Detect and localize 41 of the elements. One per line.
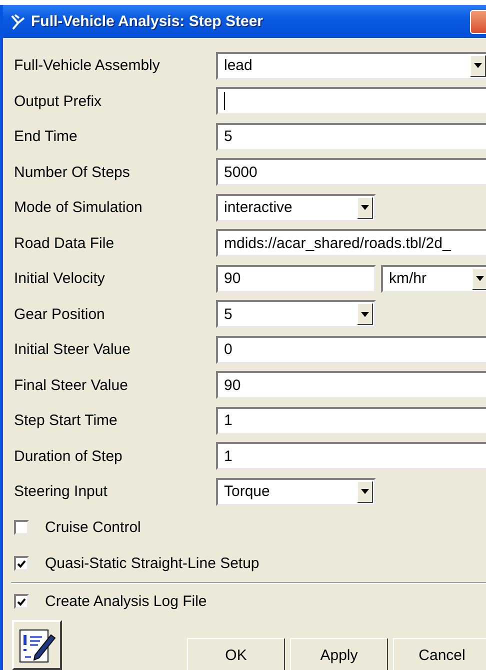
dropdown[interactable]: Torque [216, 478, 376, 506]
field-label: Final Steer Value [13, 376, 129, 394]
field-label: Initial Steer Value [13, 341, 132, 358]
checkbox[interactable] [14, 594, 29, 609]
input-field[interactable]: mdids://acar_shared/roads.tbl/2d_ [216, 229, 486, 258]
window-title: Full-Vehicle Analysis: Step Steer [31, 13, 264, 30]
field-label: Step Start Time [13, 412, 118, 430]
input-field[interactable]: 1 [216, 406, 486, 435]
field-label: Duration of Step [13, 448, 124, 465]
field-label: Mode of Simulation [13, 199, 144, 216]
unit-dropdown[interactable]: km/hr [381, 264, 486, 293]
field-label: End Time [13, 128, 78, 146]
field-label: Road Data File [13, 234, 116, 252]
checkbox[interactable] [14, 520, 29, 535]
checkbox-label: Create Analysis Log File [45, 593, 207, 610]
field-label: Gear Position [13, 306, 106, 323]
input-field[interactable]: 1 [216, 442, 486, 470]
dropdown[interactable]: lead [216, 52, 486, 80]
checkbox-label: Cruise Control [45, 519, 141, 536]
input-field[interactable]: 5 [216, 122, 486, 151]
field-label: Full-Vehicle Assembly [13, 57, 161, 74]
input-field[interactable]: 0 [216, 336, 486, 364]
input-field[interactable] [216, 87, 486, 116]
checkbox-label: Quasi-Static Straight-Line Setup [45, 555, 260, 572]
dialog-button[interactable]: OK [187, 638, 285, 670]
dropdown[interactable]: 5 [216, 300, 376, 328]
notepad-pen-icon[interactable] [12, 620, 62, 670]
field-label: Initial Velocity [13, 270, 106, 288]
dialog-button[interactable]: Cancel [393, 638, 486, 670]
checkbox[interactable] [14, 556, 29, 571]
checkmark-icon [17, 598, 26, 606]
field-label: Number Of Steps [13, 164, 131, 181]
field-label: Output Prefix [13, 92, 103, 110]
field-label: Steering Input [13, 483, 108, 500]
input-field[interactable]: 90 [216, 264, 376, 293]
dialog-button[interactable]: Apply [290, 638, 388, 670]
input-field[interactable]: 5000 [216, 158, 486, 186]
dropdown[interactable]: interactive [216, 194, 376, 222]
input-field[interactable]: 90 [216, 371, 486, 400]
checkmark-icon [17, 560, 26, 568]
app-icon [11, 14, 25, 30]
